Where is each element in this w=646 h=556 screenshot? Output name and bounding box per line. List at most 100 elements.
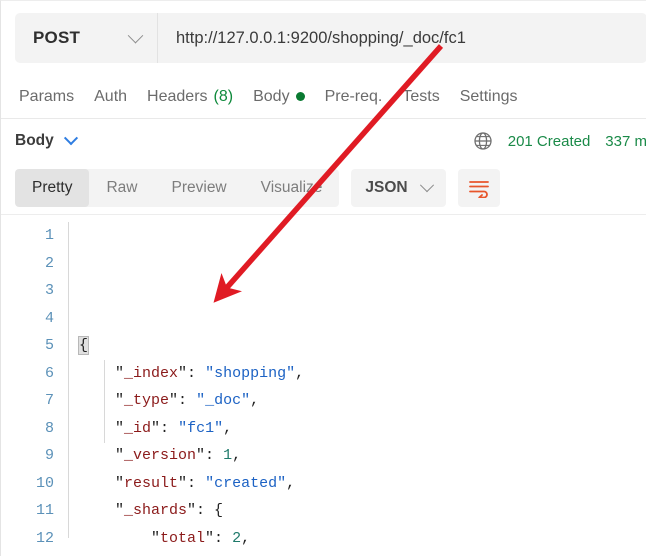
tab-pre-request-label: Pre-req. (324, 87, 383, 105)
tab-headers[interactable]: Headers (8) (137, 75, 243, 119)
line-number: 13 (1, 552, 54, 556)
code-content[interactable]: { "_index": "shopping", "_type": "_doc",… (63, 215, 646, 556)
code-token: _id (124, 419, 152, 437)
code-line: "_shards": { (79, 497, 646, 525)
headers-count-badge: (8) (213, 87, 234, 105)
code-token: " (115, 502, 125, 519)
view-tab-visualize[interactable]: Visualize (244, 169, 340, 207)
view-tab-raw-label: Raw (106, 179, 138, 196)
line-number: 4 (44, 309, 54, 327)
indent-guide-level-1 (68, 222, 69, 538)
code-token: " (115, 474, 125, 492)
response-status-group: 201 Created 337 m (473, 131, 646, 151)
view-tab-pretty-label: Pretty (32, 179, 73, 196)
body-present-dot-icon (295, 92, 305, 101)
code-line: "successful": 1, (79, 552, 646, 556)
tab-params-label: Params (19, 87, 75, 105)
code-token: ": (169, 392, 197, 409)
line-number: 1 (44, 227, 54, 244)
line-number: 10 (35, 474, 54, 492)
code-token: " (115, 447, 125, 464)
code-token: , (250, 392, 260, 409)
code-token: " (151, 529, 161, 547)
code-line: "_type": "_doc", (79, 387, 646, 415)
code-token: total (160, 529, 206, 547)
code-token: _type (124, 392, 170, 409)
code-line: "total": 2, (79, 525, 646, 553)
code-line: "_index": "shopping", (79, 360, 646, 388)
code-token: 1 (223, 447, 233, 464)
code-token: "fc1" (178, 419, 224, 437)
response-view-tabs: Pretty Raw Preview Visualize (15, 169, 340, 207)
tab-settings-label: Settings (459, 87, 518, 105)
code-token: " (115, 392, 125, 409)
http-method-select[interactable]: POST (15, 13, 158, 63)
view-tab-preview[interactable]: Preview (155, 169, 244, 207)
code-token: _index (124, 364, 179, 382)
code-token: ": (205, 529, 233, 547)
code-line: "_version": 1, (79, 442, 646, 470)
code-token: , (223, 419, 233, 437)
code-token: "shopping" (205, 364, 296, 382)
tab-headers-label: Headers (147, 87, 208, 105)
line-number: 2 (44, 254, 54, 272)
tab-pre-request[interactable]: Pre-req. (315, 75, 393, 119)
chevron-down-icon (127, 27, 144, 43)
wrap-text-icon (468, 181, 489, 198)
tab-tests[interactable]: Tests (392, 75, 449, 119)
code-token: ": (178, 364, 206, 382)
code-line-numbers: 1234567891011121314 (1, 215, 63, 556)
response-format-label: JSON (365, 179, 408, 196)
view-tab-pretty[interactable]: Pretty (15, 169, 90, 207)
code-line: "result": "created", (79, 470, 646, 498)
code-token: , (232, 447, 242, 464)
code-token: result (124, 474, 179, 492)
code-token: ": { (187, 502, 224, 519)
tab-auth-label: Auth (94, 87, 128, 105)
code-token: " (115, 364, 125, 382)
tab-params[interactable]: Params (9, 75, 84, 119)
code-token: , (241, 529, 251, 547)
view-tab-visualize-label: Visualize (260, 179, 323, 196)
wrap-text-button[interactable] (457, 169, 500, 207)
code-token: _shards (124, 502, 188, 519)
http-method-label: POST (33, 28, 81, 47)
response-format-select[interactable]: JSON (351, 169, 446, 207)
code-token: "_doc" (196, 392, 251, 409)
chevron-down-icon[interactable] (63, 131, 78, 146)
postman-response-panel: POST Params Auth Headers (8) Body Pre-re… (0, 0, 646, 556)
request-tabs: Params Auth Headers (8) Body Pre-req. Te… (1, 75, 646, 119)
tab-tests-label: Tests (402, 87, 440, 105)
chevron-down-icon (419, 178, 434, 193)
response-body-code-viewer[interactable]: 1234567891011121314 { "_index": "shoppin… (1, 214, 646, 556)
response-body-header: Body 201 Created 337 m (1, 120, 646, 162)
code-token: 2 (232, 529, 242, 547)
tab-settings[interactable]: Settings (450, 75, 528, 119)
url-bar: POST (15, 13, 646, 63)
code-token: "created" (205, 474, 287, 492)
line-number: 5 (44, 337, 54, 354)
status-code-text: 201 Created (507, 132, 591, 150)
view-tab-raw[interactable]: Raw (89, 169, 154, 207)
code-line: "_id": "fc1", (79, 415, 646, 443)
line-number: 3 (44, 282, 54, 299)
tab-body-label: Body (253, 87, 290, 105)
code-token: ": (196, 447, 224, 464)
code-token: , (295, 364, 305, 382)
url-input[interactable] (158, 13, 646, 63)
tab-body[interactable]: Body (243, 75, 314, 119)
line-number: 9 (44, 447, 54, 464)
view-tab-preview-label: Preview (171, 179, 227, 196)
line-number: 8 (44, 419, 54, 437)
globe-icon (474, 132, 492, 150)
request-url-row: POST (1, 1, 646, 75)
line-number: 7 (44, 392, 54, 409)
matching-brace: { (77, 336, 90, 355)
code-token: ": (178, 474, 206, 492)
code-token: _version (124, 447, 197, 464)
line-number: 11 (35, 502, 54, 519)
line-number: 6 (44, 364, 54, 382)
response-time-text: 337 m (605, 132, 646, 150)
response-view-toolbar: Pretty Raw Preview Visualize JSON (1, 162, 646, 214)
tab-auth[interactable]: Auth (84, 75, 137, 119)
